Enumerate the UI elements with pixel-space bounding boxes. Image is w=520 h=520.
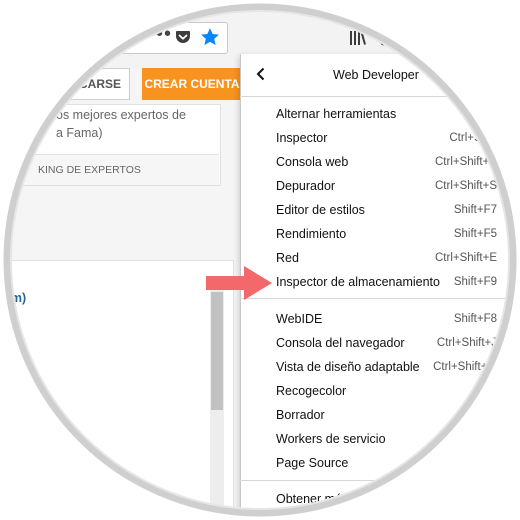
menu-item-label: Inspector de almacenamiento xyxy=(276,275,440,289)
menu-title: Web Developer xyxy=(333,68,419,82)
ranking-link[interactable]: KING DE EXPERTOS xyxy=(38,164,141,176)
experts-card-line-2: a Fama) xyxy=(56,126,103,140)
menu-item-shortcut: Ctrl+Shift+M xyxy=(433,361,497,373)
menu-item-label: Consola web xyxy=(276,155,349,169)
menu-item-label: Vista de diseño adaptable xyxy=(276,360,420,374)
menu-item-label: Editor de estilos xyxy=(276,203,365,217)
create-account-button[interactable]: CREAR CUENTA xyxy=(142,68,242,100)
menu-item-shortcut: Ctrl+Shift xyxy=(449,132,497,144)
menu-item-shortcut: Shift+F5 xyxy=(453,228,497,240)
menu-item-label: Workers de servicio xyxy=(276,432,386,446)
back-arrow-icon[interactable] xyxy=(254,66,268,82)
scroll-thumb[interactable] xyxy=(211,292,223,410)
page-actions-overflow-button[interactable]: ••• xyxy=(148,24,172,44)
screenshot-stage: ••• FICARSE CREAR CUENTA os mejores expe… xyxy=(0,0,520,520)
experts-card-text: os mejores expertos de a Fama) xyxy=(56,106,216,142)
menu-item-label: Recogecolor xyxy=(276,384,347,398)
verify-button[interactable]: FICARSE xyxy=(46,68,130,100)
menu-item-label: Borrador xyxy=(276,408,325,422)
menu-item-shortcut: Shift+F7 xyxy=(453,204,497,216)
menu-item-label: Depurador xyxy=(276,179,336,193)
menu-item-shortcut: Ctrl+S xyxy=(464,108,497,120)
menu-item-label: Inspector xyxy=(276,131,328,145)
menu-separator xyxy=(240,480,520,481)
menu-item-label: Red xyxy=(276,251,299,265)
bookmark-star-icon[interactable] xyxy=(199,26,221,48)
menu-item-label: Page Source xyxy=(276,456,349,470)
highlight-arrow-icon xyxy=(206,266,272,300)
menu-item-get-more[interactable]: Obtener más xyxy=(276,487,348,511)
url-bar[interactable] xyxy=(0,22,228,54)
menu-separator xyxy=(240,298,520,299)
experts-card-line-1: os mejores expertos de xyxy=(56,108,186,122)
menu-item-label: Alternar herramientas xyxy=(276,107,397,121)
menu-item-shortcut: Shift+F8 xyxy=(453,313,497,325)
menu-item-shortcut: Shift+F9 xyxy=(453,276,497,288)
menu-item-label: Rendimiento xyxy=(276,227,347,241)
menu-item-shortcut: Ctrl+Shift+E xyxy=(435,252,497,264)
menu-separator xyxy=(240,96,520,97)
pocket-icon[interactable] xyxy=(175,29,191,45)
content-link[interactable]: rm) xyxy=(6,291,26,305)
menu-item-shortcut: Sh xyxy=(482,409,497,421)
menu-item-label: Consola del navegador xyxy=(276,336,405,350)
menu-item-shortcut: Ctrl+Shift+J xyxy=(436,337,497,349)
menu-item-shortcut: Ctrl+Shift+S xyxy=(435,180,497,192)
menu-item-label: WebIDE xyxy=(276,312,323,326)
menu-item-shortcut: Ctrl+Shift+K xyxy=(435,156,497,168)
content-panel xyxy=(0,260,234,520)
sidebar-icon[interactable] xyxy=(380,30,398,46)
library-icon[interactable] xyxy=(349,30,367,46)
